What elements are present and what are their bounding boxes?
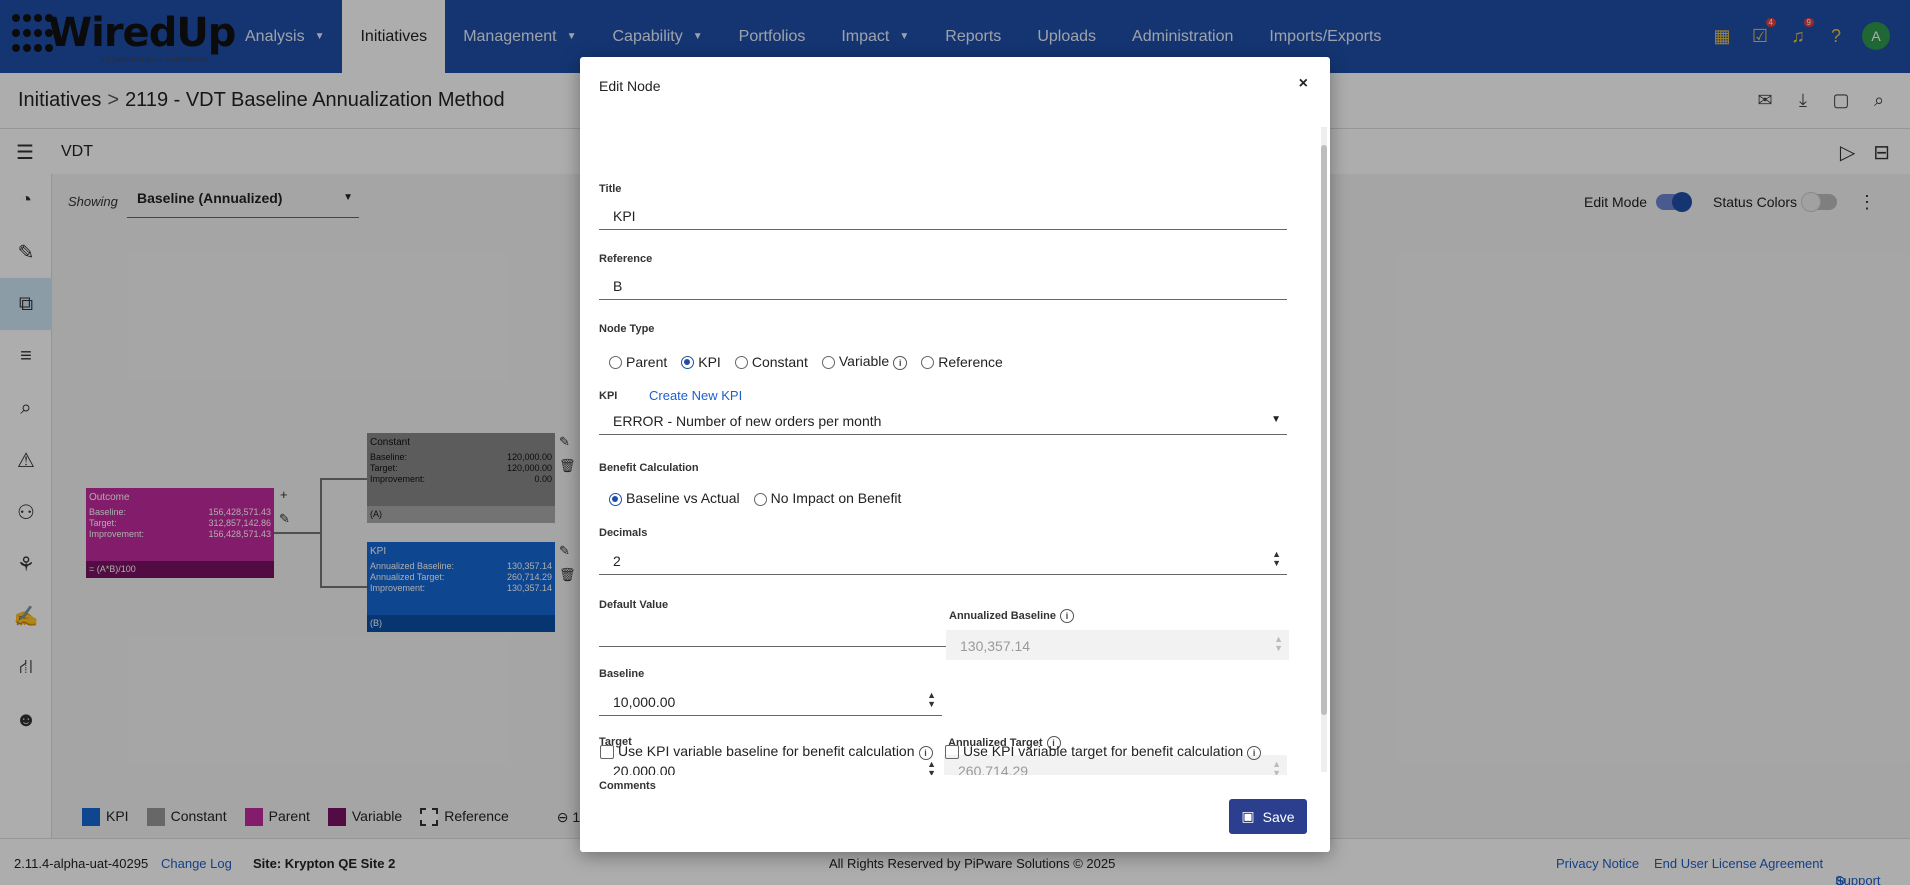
info-icon[interactable]: i (1059, 609, 1074, 623)
benefit-radios: Baseline vs Actual No Impact on Benefit (609, 490, 901, 506)
radio-reference[interactable]: Reference (921, 354, 1003, 370)
reference-input[interactable]: B (599, 270, 1287, 300)
baseline-label: Baseline (599, 668, 645, 680)
annualized-baseline-highlight: Annualized Baseline i 130,357.14 ▲ ▼ (946, 601, 1298, 666)
close-icon[interactable]: × (1299, 75, 1308, 93)
create-kpi-link[interactable]: Create New KPI (649, 388, 742, 403)
comments-label-clip: Comments (599, 780, 1329, 790)
default-value-label: Default Value (599, 599, 669, 611)
use-kpi-baseline-checkbox[interactable]: Use KPI variable baseline for benefit ca… (600, 743, 933, 760)
floppy-disk-icon: ▣ (1241, 808, 1255, 824)
radio-parent[interactable]: Parent (609, 354, 667, 370)
chevron-down-icon: ▼ (1271, 414, 1281, 425)
decimals-label: Decimals (599, 527, 648, 539)
dialog-scrollbar[interactable] (1321, 127, 1327, 772)
radio-constant[interactable]: Constant (734, 354, 808, 370)
radio-variable[interactable]: Variable i (821, 353, 908, 370)
stepper-icon[interactable]: ▲▼ (927, 760, 936, 776)
dialog-title: Edit Node (599, 78, 661, 94)
title-input[interactable]: KPI (599, 200, 1287, 230)
annualized-baseline-label: Annualized Baseline i (949, 609, 1074, 623)
stepper-icon[interactable]: ▲▼ (1272, 550, 1281, 568)
benefit-label: Benefit Calculation (599, 462, 699, 474)
kpi-select[interactable]: ERROR - Number of new orders per month ▼ (599, 405, 1287, 435)
comments-label: Comments (599, 780, 656, 790)
stepper-icon[interactable]: ▲▼ (927, 691, 936, 709)
decimals-input[interactable]: 2 ▲ ▼ (599, 545, 1287, 575)
node-type-label: Node Type (599, 323, 655, 335)
edit-node-dialog: Edit Node × Title KPI Reference B Node T… (580, 57, 1330, 852)
dialog-body: Title KPI Reference B Node Type Parent K… (599, 115, 1308, 775)
save-button[interactable]: ▣ Save (1229, 799, 1307, 834)
radio-kpi[interactable]: KPI (681, 354, 721, 370)
baseline-input[interactable]: 10,000.00 ▲ ▼ (599, 686, 942, 716)
node-type-radios: Parent KPI Constant Variable i Reference (609, 353, 1003, 370)
info-icon[interactable]: i (1247, 746, 1262, 760)
reference-label: Reference (599, 253, 653, 265)
info-icon[interactable]: i (918, 746, 933, 760)
kpi-label: KPI (599, 390, 618, 402)
use-kpi-target-checkbox[interactable]: Use KPI variable target for benefit calc… (945, 743, 1262, 760)
radio-baseline-vs-actual[interactable]: Baseline vs Actual (609, 490, 740, 506)
info-icon[interactable]: i (893, 356, 908, 370)
annualized-baseline-input: 130,357.14 ▲ ▼ (946, 630, 1289, 660)
radio-no-impact[interactable]: No Impact on Benefit (753, 490, 901, 506)
title-label: Title (599, 183, 622, 195)
stepper-icon: ▲ ▼ (1272, 759, 1281, 776)
stepper-icon: ▲ ▼ (1274, 634, 1283, 653)
